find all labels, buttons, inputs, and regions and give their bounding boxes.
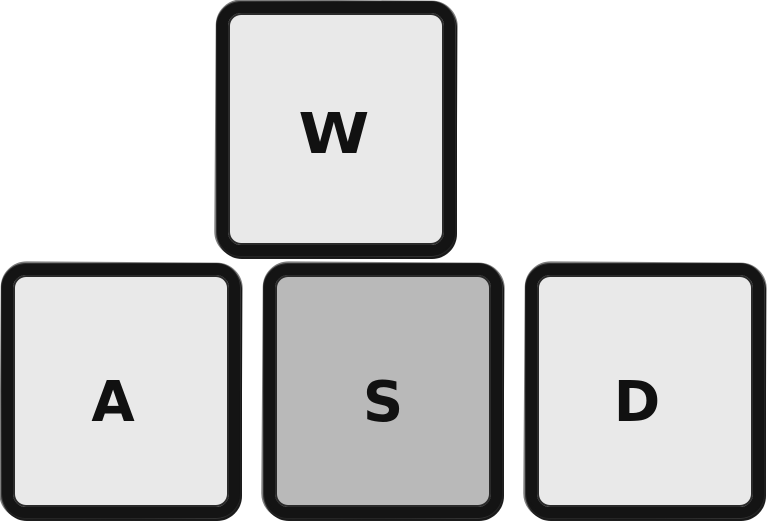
key-s-label: S [362,370,404,435]
key-d-label: D [613,370,661,435]
key-s[interactable]: S [264,264,502,518]
key-w-label: W [298,102,370,167]
key-a[interactable]: A [2,264,240,518]
key-w[interactable]: W [217,2,455,256]
key-a-label: A [91,370,135,435]
key-d[interactable]: D [526,264,764,518]
wasd-keypad: W A S D [0,0,768,521]
